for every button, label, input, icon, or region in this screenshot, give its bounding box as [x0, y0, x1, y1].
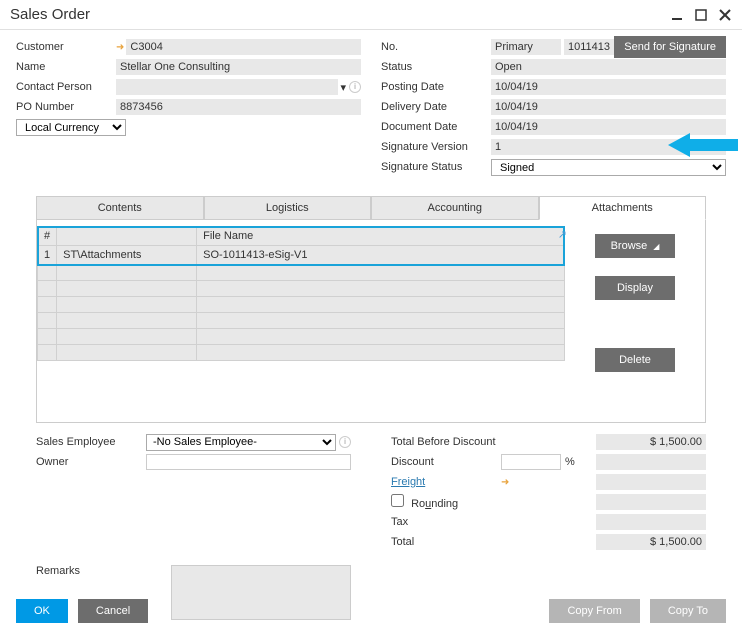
contact-label: Contact Person — [16, 81, 116, 93]
popout-icon[interactable]: ↗ — [558, 228, 567, 241]
discount-value — [596, 454, 706, 470]
discount-pct-field[interactable] — [501, 454, 561, 470]
name-field[interactable] — [116, 59, 361, 75]
cancel-button[interactable]: Cancel — [78, 599, 148, 623]
col-filename: File Name — [197, 227, 565, 246]
tax-value — [596, 514, 706, 530]
browse-button[interactable]: Browse◢ — [595, 234, 675, 258]
total-value: $ 1,500.00 — [596, 534, 706, 550]
table-row[interactable] — [38, 345, 565, 361]
rounding-label: Rounding — [411, 498, 458, 510]
freight-label[interactable]: Freight — [391, 476, 501, 488]
po-field[interactable] — [116, 99, 361, 115]
contact-field[interactable] — [116, 79, 338, 95]
salesemp-info-icon[interactable]: i — [339, 436, 351, 448]
salesemp-label: Sales Employee — [36, 436, 146, 448]
posting-field[interactable] — [491, 79, 726, 95]
owner-label: Owner — [36, 456, 146, 468]
tab-attachments[interactable]: Attachments — [539, 196, 707, 220]
col-path — [57, 227, 197, 246]
minimize-icon[interactable] — [670, 8, 684, 22]
status-label: Status — [381, 61, 491, 73]
table-row[interactable] — [38, 329, 565, 345]
table-row[interactable] — [38, 281, 565, 297]
total-label: Total — [391, 536, 501, 548]
currency-select[interactable]: Local Currency — [16, 119, 126, 136]
document-label: Document Date — [381, 121, 491, 133]
customer-field[interactable] — [126, 39, 361, 55]
copy-from-button[interactable]: Copy From — [549, 599, 639, 623]
table-row[interactable] — [38, 313, 565, 329]
freight-value — [596, 474, 706, 490]
sigstatus-label: Signature Status — [381, 161, 491, 173]
tax-label: Tax — [391, 516, 501, 528]
col-hash: # — [38, 227, 57, 246]
name-label: Name — [16, 61, 116, 73]
rounding-checkbox[interactable] — [391, 494, 404, 507]
status-field — [491, 59, 726, 75]
no-type-field[interactable] — [491, 39, 561, 55]
attachments-grid: # File Name 1 ST\Attachments SO-1011413-… — [37, 226, 565, 361]
customer-label: Customer — [16, 41, 116, 53]
tbd-value: $ 1,500.00 — [596, 434, 706, 450]
owner-field[interactable] — [146, 454, 351, 470]
sigver-label: Signature Version — [381, 141, 491, 153]
close-icon[interactable] — [718, 8, 732, 22]
tbd-label: Total Before Discount — [391, 436, 501, 448]
discount-label: Discount — [391, 456, 501, 468]
display-button[interactable]: Display — [595, 276, 675, 300]
table-row[interactable] — [38, 265, 565, 281]
window-title: Sales Order — [10, 6, 90, 23]
copy-to-button[interactable]: Copy To — [650, 599, 726, 623]
tab-logistics[interactable]: Logistics — [204, 196, 372, 220]
table-row[interactable] — [38, 297, 565, 313]
freight-link-icon[interactable]: ➜ — [501, 477, 509, 488]
callout-arrow-icon — [668, 130, 738, 163]
po-label: PO Number — [16, 101, 116, 113]
table-row[interactable]: 1 ST\Attachments SO-1011413-eSig-V1 — [38, 246, 565, 265]
salesemp-select[interactable]: -No Sales Employee- — [146, 434, 336, 451]
no-label: No. — [381, 41, 491, 53]
tab-accounting[interactable]: Accounting — [371, 196, 539, 220]
rounding-value — [596, 494, 706, 510]
maximize-icon[interactable] — [694, 8, 708, 22]
send-for-signature-button[interactable]: Send for Signature — [614, 36, 726, 58]
rounding-row: Rounding — [391, 494, 501, 510]
delivery-field[interactable] — [491, 99, 726, 115]
delivery-label: Delivery Date — [381, 101, 491, 113]
ok-button[interactable]: OK — [16, 599, 68, 623]
tab-bar: Contents Logistics Accounting Attachment… — [36, 196, 706, 220]
posting-label: Posting Date — [381, 81, 491, 93]
tab-contents[interactable]: Contents — [36, 196, 204, 220]
contact-info-icon[interactable]: i — [349, 81, 361, 93]
link-arrow-icon[interactable]: ➜ — [116, 42, 124, 53]
delete-button[interactable]: Delete — [595, 348, 675, 372]
titlebar: Sales Order — [0, 0, 742, 30]
